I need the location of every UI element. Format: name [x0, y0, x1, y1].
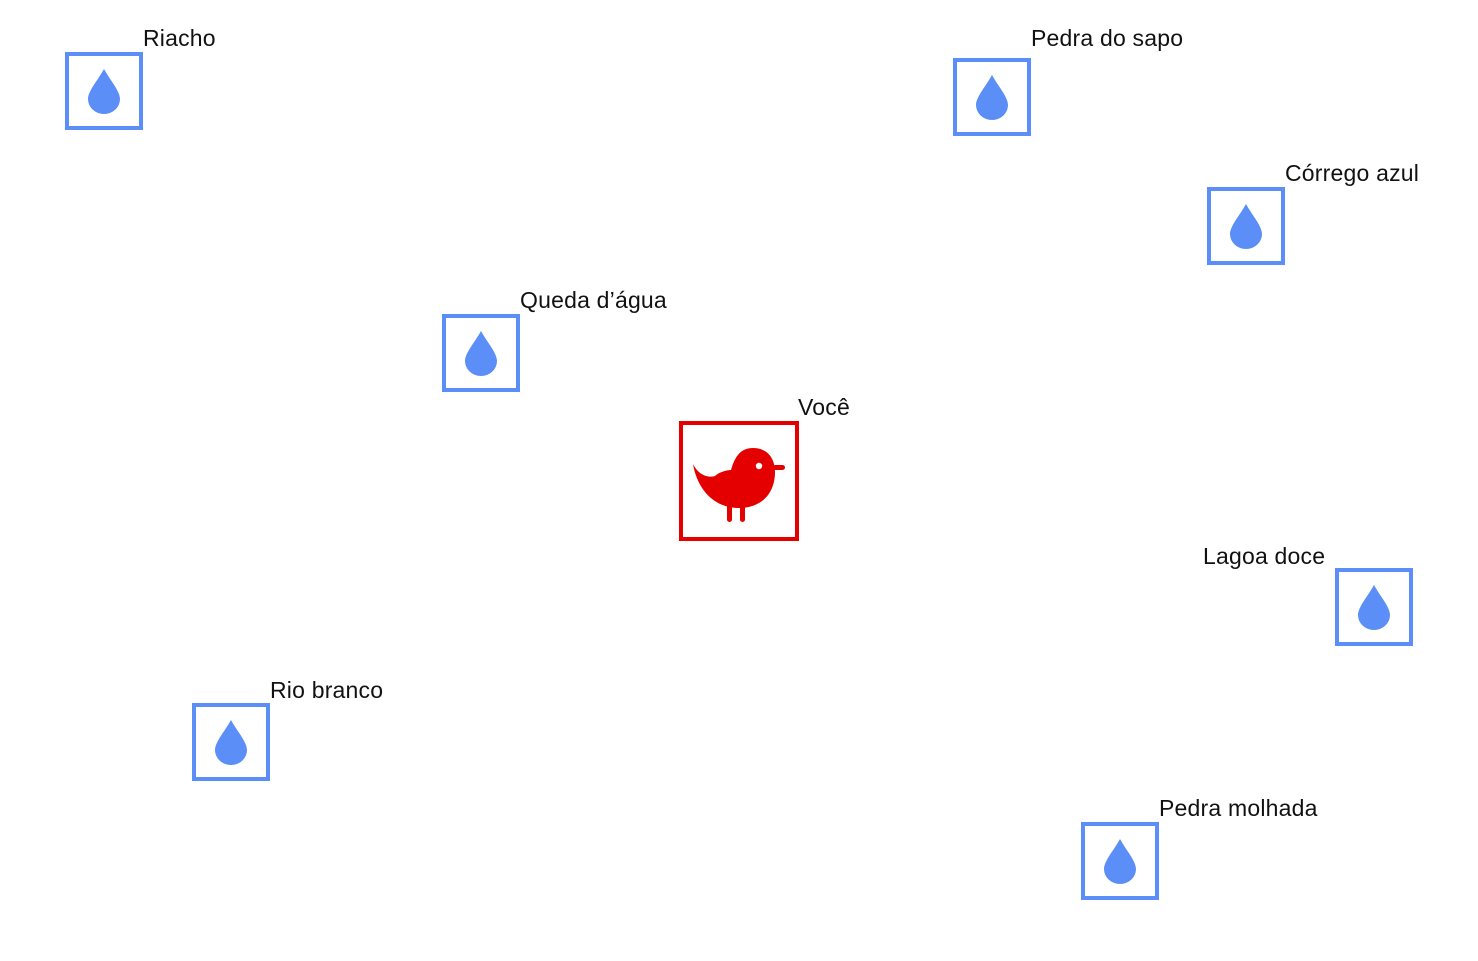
water-marker-queda-dagua[interactable]: [442, 314, 520, 392]
water-drop-icon: [465, 331, 497, 376]
water-drop-icon: [1358, 585, 1390, 630]
water-drop-icon: [215, 720, 247, 765]
water-marker-pedra-do-sapo[interactable]: [953, 58, 1031, 136]
water-marker-lagoa-doce[interactable]: [1335, 568, 1413, 646]
location-label-queda-dagua: Queda d’água: [520, 287, 667, 313]
location-label-corrego-azul: Córrego azul: [1285, 160, 1420, 186]
water-marker-corrego-azul[interactable]: [1207, 187, 1285, 265]
location-label-pedra-molhada: Pedra molhada: [1159, 795, 1318, 821]
water-drop-icon: [1104, 839, 1136, 884]
you-marker[interactable]: [679, 421, 799, 541]
water-marker-pedra-molhada[interactable]: [1081, 822, 1159, 900]
water-drop-icon: [1230, 204, 1262, 249]
you-label: Você: [798, 394, 850, 420]
location-label-rio-branco: Rio branco: [270, 677, 384, 703]
water-drop-icon: [976, 75, 1008, 120]
location-label-pedra-do-sapo: Pedra do sapo: [1031, 25, 1184, 51]
water-drop-icon: [88, 69, 120, 114]
water-marker-rio-branco[interactable]: [192, 703, 270, 781]
location-label-lagoa-doce: Lagoa doce: [1203, 543, 1326, 569]
bird-icon: [693, 448, 785, 522]
water-marker-riacho[interactable]: [65, 52, 143, 130]
location-label-riacho: Riacho: [143, 25, 216, 51]
